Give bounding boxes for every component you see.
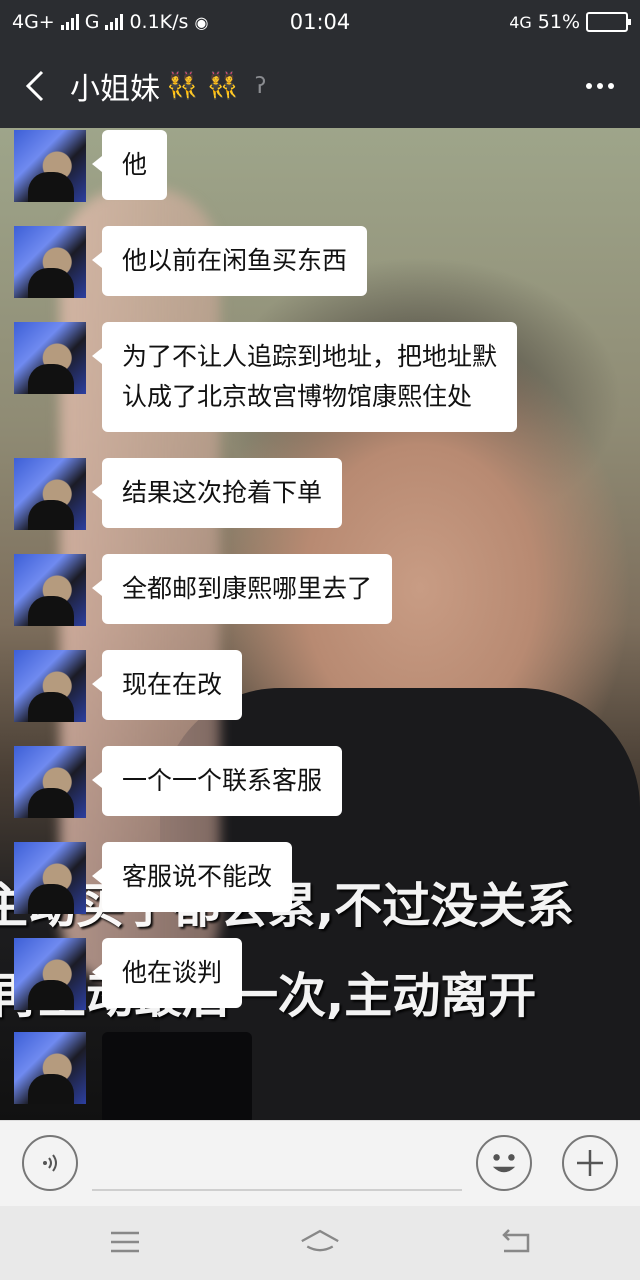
home-button[interactable] [300, 1224, 340, 1260]
signal-icon [60, 14, 79, 30]
network-label-2: G [84, 11, 100, 33]
message-bubble[interactable]: 他 [91, 130, 168, 200]
battery-icon [586, 12, 631, 32]
message-row [14, 1032, 252, 1120]
more-functions-button[interactable] [562, 1135, 618, 1191]
weibo-icon: ◉ [194, 12, 209, 32]
message-bubble[interactable]: 他在谈判 [91, 938, 243, 1008]
avatar[interactable] [14, 226, 86, 298]
chat-title: 小姐妹 👯 👯 [70, 64, 239, 108]
message-row: 全都邮到康熙哪里去了 [14, 554, 393, 626]
voice-button[interactable] [22, 1135, 78, 1191]
network-speed: 0.1K/s [129, 11, 189, 33]
menu-button[interactable] [105, 1224, 145, 1260]
emoji-button[interactable] [476, 1135, 532, 1191]
home-icon [301, 1229, 339, 1252]
more-button[interactable] [580, 70, 620, 102]
chat-header: 小姐妹 👯 👯 ʔ [0, 44, 640, 128]
message-row: 现在在改 [14, 650, 243, 722]
message-row: 他在谈判 [14, 938, 243, 1010]
signal-icon-2 [105, 14, 124, 30]
ear-icon[interactable]: ʔ [255, 74, 266, 99]
avatar[interactable] [14, 322, 86, 394]
avatar[interactable] [14, 554, 86, 626]
message-bubble[interactable]: 一个一个联系客服 [91, 746, 343, 816]
input-bar [0, 1120, 640, 1206]
battery-percent: 51% [537, 11, 580, 33]
dot-icon [608, 83, 614, 89]
media-message[interactable] [102, 1032, 252, 1120]
message-bubble[interactable]: 客服说不能改 [91, 842, 293, 912]
plus-icon [577, 1150, 603, 1176]
message-row: 为了不让人追踪到地址，把地址默 认成了北京故宫博物馆康熙住处 [14, 322, 518, 432]
voice-icon [43, 1154, 57, 1172]
menu-icon [111, 1231, 139, 1253]
dot-icon [586, 83, 592, 89]
system-nav-bar [0, 1206, 640, 1280]
message-row: 一个一个联系客服 [14, 746, 343, 818]
message-bubble[interactable]: 现在在改 [91, 650, 243, 720]
message-row: 客服说不能改 [14, 842, 293, 914]
avatar[interactable] [14, 1032, 86, 1104]
message-bubble[interactable]: 他以前在闲鱼买东西 [91, 226, 368, 296]
avatar[interactable] [14, 458, 86, 530]
message-bubble[interactable]: 结果这次抢着下单 [91, 458, 343, 528]
avatar[interactable] [14, 130, 86, 202]
back-button[interactable] [0, 44, 70, 128]
return-icon [502, 1229, 530, 1253]
status-right: 4G 51% [509, 11, 631, 33]
dancers-emoji: 👯 👯 [166, 71, 240, 101]
chevron-left-icon [25, 70, 44, 102]
message-row: 他以前在闲鱼买东西 [14, 226, 368, 298]
network-label: 4G+ [12, 11, 55, 33]
network-label-right: 4G [509, 12, 532, 32]
status-bar: 4G+ G 0.1K/s ◉ 01:04 4G 51% [0, 0, 640, 44]
message-row: 结果这次抢着下单 [14, 458, 343, 530]
status-left: 4G+ G 0.1K/s ◉ [12, 11, 509, 33]
avatar[interactable] [14, 650, 86, 722]
system-back-button[interactable] [496, 1224, 536, 1260]
message-input[interactable] [92, 1189, 462, 1191]
chat-title-text: 小姐妹 [70, 72, 160, 107]
message-bubble[interactable]: 为了不让人追踪到地址，把地址默 认成了北京故宫博物馆康熙住处 [91, 322, 518, 432]
message-bubble[interactable]: 全都邮到康熙哪里去了 [91, 554, 393, 624]
emoji-icon [492, 1154, 516, 1173]
avatar[interactable] [14, 842, 86, 914]
avatar[interactable] [14, 938, 86, 1010]
message-row: 他 [14, 130, 168, 202]
dot-icon [597, 83, 603, 89]
avatar[interactable] [14, 746, 86, 818]
chat-area[interactable]: 主动买了都会累,不过没关系 再主动最后一次,主动离开 他 他以前在闲鱼买东西 为… [0, 128, 640, 1120]
